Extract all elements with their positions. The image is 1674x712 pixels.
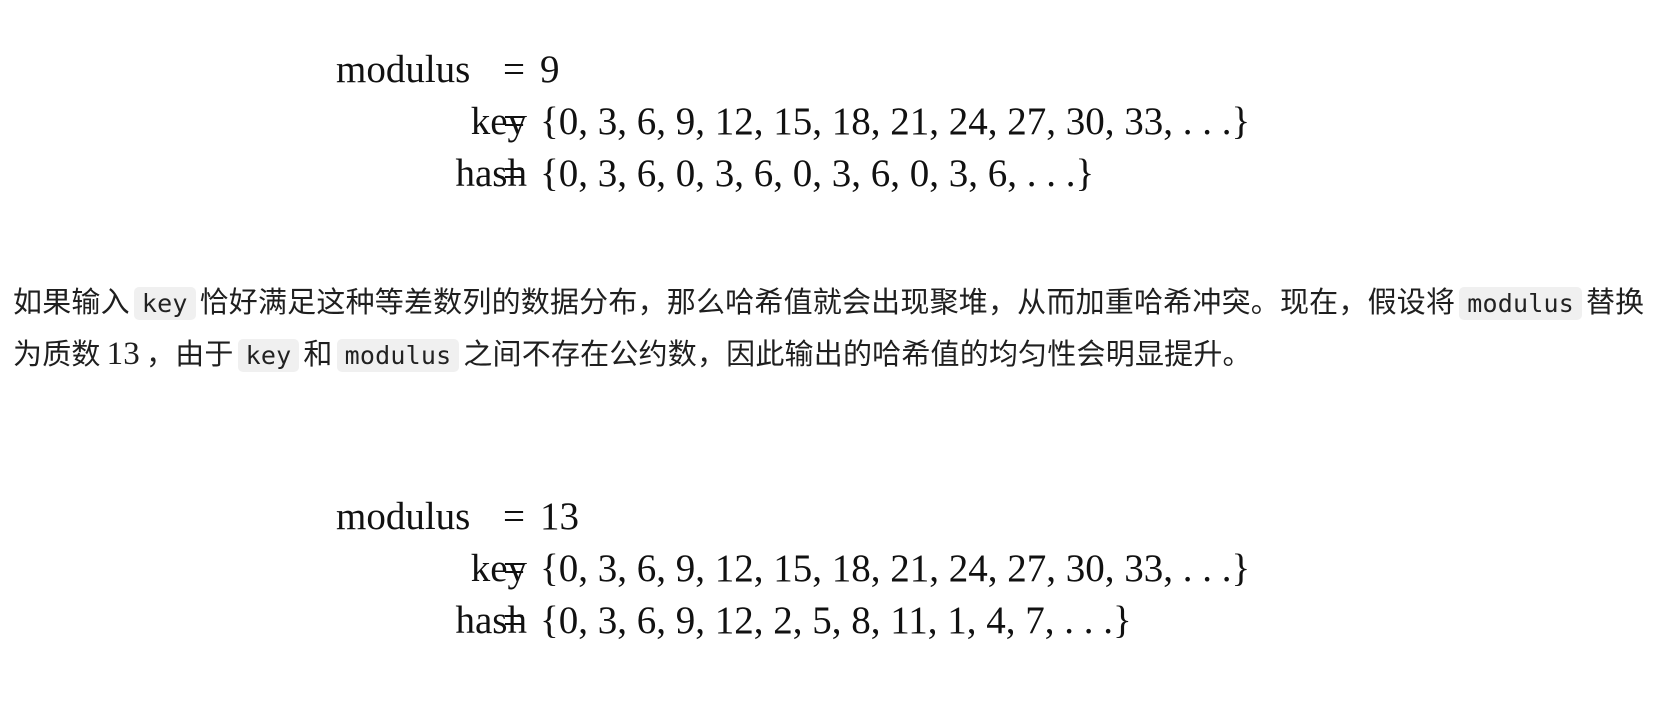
equation-modulus: modulus = 9 bbox=[0, 44, 1674, 96]
body-paragraph: 如果输入 key 恰好满足这种等差数列的数据分布，那么哈希值就会出现聚堆，从而加重哈… bbox=[13, 277, 1663, 381]
equation-rhs: 13 bbox=[540, 495, 579, 538]
inline-code-key: key bbox=[133, 287, 196, 320]
equals-sign: = bbox=[503, 599, 525, 642]
equation-key: key = {0, 3, 6, 9, 12, 15, 18, 21, 24, 2… bbox=[0, 96, 1674, 148]
paragraph-text: 恰好满足这种等差数列的数据分布，那么哈希值就会出现聚堆，从而加重哈希冲突。现在，… bbox=[199, 285, 1456, 319]
equation-rhs: {0, 3, 6, 9, 12, 15, 18, 21, 24, 27, 30,… bbox=[540, 100, 1251, 143]
equals-sign: = bbox=[503, 48, 525, 91]
paragraph-text: ，由于 bbox=[146, 337, 234, 371]
equals-sign: = bbox=[503, 547, 525, 590]
paragraph-text: 和 bbox=[303, 337, 333, 371]
inline-code-key: key bbox=[237, 339, 300, 372]
math-block-modulus-13: modulus = 13 key = {0, 3, 6, 9, 12, 15, … bbox=[0, 491, 1674, 647]
equation-modulus: modulus = 13 bbox=[0, 491, 1674, 543]
paragraph-text: 之间不存在公约数，因此输出的哈希值的均匀性会明显提升。 bbox=[463, 337, 1252, 371]
equation-rhs: {0, 3, 6, 9, 12, 15, 18, 21, 24, 27, 30,… bbox=[540, 547, 1251, 590]
inline-math-number: 13 bbox=[106, 336, 141, 372]
equation-rhs: {0, 3, 6, 0, 3, 6, 0, 3, 6, 0, 3, 6, . .… bbox=[540, 152, 1095, 195]
equation-lhs: modulus bbox=[336, 495, 471, 538]
equation-rhs: 9 bbox=[540, 48, 560, 91]
paragraph-text: 如果输入 bbox=[13, 285, 130, 319]
equation-lhs: modulus bbox=[336, 48, 471, 91]
equation-rhs: {0, 3, 6, 9, 12, 2, 5, 8, 11, 1, 4, 7, .… bbox=[540, 599, 1132, 642]
equals-sign: = bbox=[503, 495, 525, 538]
equals-sign: = bbox=[503, 152, 525, 195]
inline-code-modulus: modulus bbox=[336, 339, 460, 372]
equation-hash: hash = {0, 3, 6, 9, 12, 2, 5, 8, 11, 1, … bbox=[0, 595, 1674, 647]
equals-sign: = bbox=[503, 100, 525, 143]
equation-key: key = {0, 3, 6, 9, 12, 15, 18, 21, 24, 2… bbox=[0, 543, 1674, 595]
inline-code-modulus: modulus bbox=[1459, 287, 1582, 320]
math-block-modulus-9: modulus = 9 key = {0, 3, 6, 9, 12, 15, 1… bbox=[0, 44, 1674, 200]
equation-hash: hash = {0, 3, 6, 0, 3, 6, 0, 3, 6, 0, 3,… bbox=[0, 148, 1674, 200]
